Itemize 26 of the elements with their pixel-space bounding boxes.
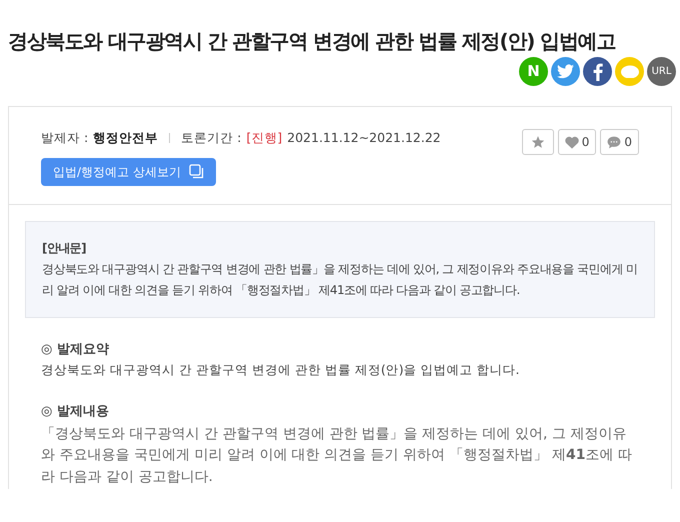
detail-view-button[interactable]: 입법/행정예고 상세보기: [41, 158, 216, 186]
copy-icon: [188, 164, 204, 180]
star-icon: [530, 135, 545, 149]
period-dates: 2021.11.12~2021.12.22: [287, 129, 441, 147]
letter-f-icon: [592, 62, 602, 80]
speech-bubble-icon: [620, 65, 638, 78]
heart-icon: [564, 136, 579, 148]
twitter-share-button[interactable]: [551, 57, 580, 86]
favorite-button[interactable]: [522, 129, 554, 155]
section-heading: ◎ 발제내용: [41, 403, 110, 421]
facebook-share-button[interactable]: [583, 57, 612, 86]
url-share-button[interactable]: URL: [647, 57, 676, 86]
section-text: 경상북도와 대구광역시 간 관할구역 변경에 관한 법률 제정(안)을 입법예고 합니다.: [41, 361, 520, 380]
notice-text: 경상북도와 대구광역시 간 관할구역 변경에 관한 법률」을 제정하는 데에 있어, 그 제정이유와 주요내용을 국민에게 미리 알려 이에 대한 의견을 듣기 위하여 「행정절차법」 제41조에 따라 다음과 같이 공고합니다.: [42, 260, 638, 299]
proposer-label: 발제자 :: [41, 129, 88, 147]
bird-icon: [557, 64, 574, 79]
section-heading: ◎ 발제요약: [41, 340, 110, 359]
notice-heading: [안내문]: [42, 240, 87, 257]
section-text: 「경상북도와 대구광역시 간 관할구역 변경에 관한 법률」을 제정하는 데에 있어, 그 제정이유와 주요내용을 국민에게 미리 알려 이에 대한 의견을 듣기 위하여 「행정절차법」 제41조에 따라 다음과 같이 공고합니다.: [41, 424, 633, 487]
period-label: 토론기간 :: [181, 129, 242, 147]
status-text: [진행]: [246, 129, 282, 147]
like-button[interactable]: 0: [558, 129, 596, 155]
page-title: 경상북도와 대구광역시 간 관할구역 변경에 관한 법률 제정(안) 입법예고: [7, 28, 616, 53]
comment-button[interactable]: 0: [600, 129, 639, 155]
proposer-name: 행정안전부: [93, 129, 158, 147]
speech-bubble-icon: [607, 136, 622, 148]
